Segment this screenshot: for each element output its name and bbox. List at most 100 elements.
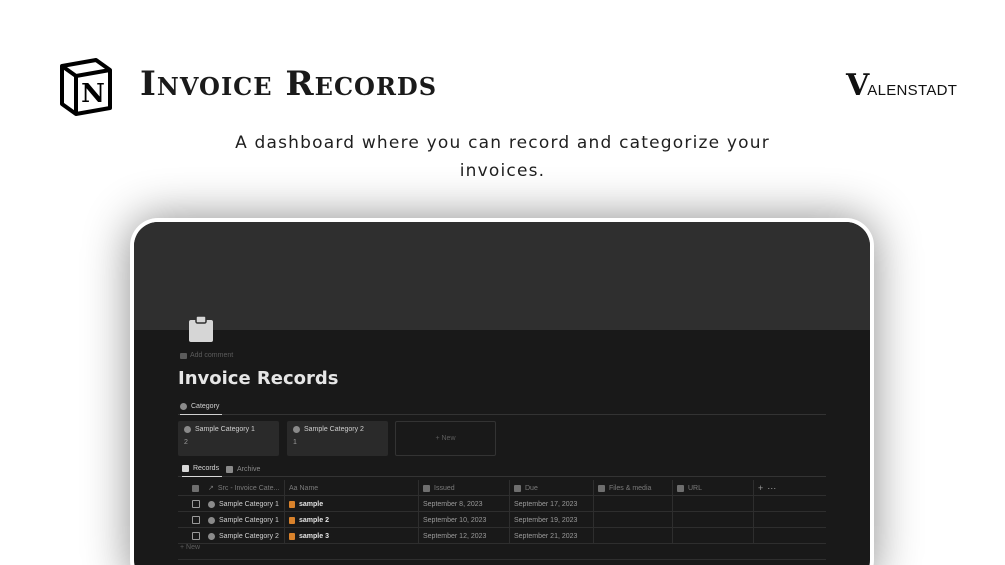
records-table: ↗ Src - Invoice Cate... Aa Name Issued D… [178, 480, 826, 544]
category-icon [208, 532, 215, 540]
card-title: Sample Category 2 [304, 426, 364, 433]
brand-name: ALENSTADT [867, 82, 958, 99]
table-row[interactable]: Sample Category 2 sample 3 September 12,… [178, 528, 826, 544]
row-category-cell[interactable]: Sample Category 1 [204, 512, 284, 528]
category-card[interactable]: Sample Category 2 1 [287, 421, 388, 456]
relation-arrow-icon: ↗ [208, 485, 214, 492]
tab-category[interactable]: Category [180, 399, 223, 415]
comment-icon [180, 352, 187, 359]
column-src-label: Src - Invoice Cate... [217, 484, 280, 492]
hero-subtitle: A dashboard where you can record and cat… [235, 133, 770, 181]
column-src[interactable]: ↗ Src - Invoice Cate... [204, 480, 284, 496]
category-icon [293, 426, 300, 433]
row-name-cell[interactable]: sample [284, 496, 418, 512]
table-row[interactable]: Sample Category 1 sample September 8, 20… [178, 496, 826, 512]
pin-icon [514, 484, 521, 492]
row-files[interactable] [593, 528, 672, 544]
add-comment-label: Add comment [190, 352, 234, 359]
row-url[interactable] [672, 496, 753, 512]
row-issued[interactable]: September 12, 2023 [418, 528, 509, 544]
row-checkbox[interactable] [192, 500, 200, 508]
table-icon [182, 465, 189, 472]
tab-records[interactable]: Records [182, 461, 223, 477]
table-header: ↗ Src - Invoice Cate... Aa Name Issued D… [178, 480, 826, 496]
column-name[interactable]: Aa Name [284, 480, 418, 496]
plus-icon: + [758, 483, 764, 493]
row-filler [753, 496, 826, 512]
row-category: Sample Category 2 [219, 532, 279, 540]
category-icon [208, 516, 215, 524]
archive-icon [226, 465, 233, 473]
card-title: Sample Category 1 [195, 426, 255, 433]
hero-title: Invoice Records [140, 64, 438, 104]
row-name: sample 2 [299, 516, 329, 524]
column-issued[interactable]: Issued [418, 480, 509, 496]
row-due[interactable]: September 21, 2023 [509, 528, 593, 544]
column-files[interactable]: Files & media [593, 480, 672, 496]
link-icon [677, 484, 684, 492]
column-files-label: Files & media [609, 484, 652, 492]
row-files[interactable] [593, 496, 672, 512]
svg-text:N: N [81, 79, 105, 109]
new-record-button[interactable]: + New [180, 544, 200, 551]
row-name-cell[interactable]: sample 3 [284, 528, 418, 544]
category-view-tabbar: Category [178, 399, 826, 415]
row-checkbox[interactable] [192, 516, 200, 524]
row-category: Sample Category 1 [219, 500, 279, 508]
table-body: Sample Category 1 sample September 8, 20… [178, 496, 826, 544]
device-frame: Add comment Invoice Records Category Sam… [130, 218, 874, 565]
tab-archive[interactable]: Archive [226, 461, 260, 477]
column-url-label: URL [688, 484, 703, 492]
row-issued[interactable]: September 10, 2023 [418, 512, 509, 528]
document-icon [289, 500, 295, 508]
category-icon [208, 500, 215, 508]
row-files[interactable] [593, 512, 672, 528]
row-checkbox[interactable] [192, 532, 200, 540]
tab-records-label: Records [193, 465, 220, 472]
category-icon [184, 426, 191, 433]
row-due[interactable]: September 17, 2023 [509, 496, 593, 512]
table-row[interactable]: Sample Category 1 sample 2 September 10,… [178, 512, 826, 528]
brand-logo: V ALENSTADT [846, 68, 958, 103]
records-view-tabbar: Records Archive [178, 461, 826, 477]
card-count: 2 [184, 439, 188, 446]
category-card[interactable]: Sample Category 1 2 [178, 421, 279, 456]
row-category-cell[interactable]: Sample Category 1 [204, 496, 284, 512]
row-name: sample [299, 500, 324, 508]
row-url[interactable] [672, 528, 753, 544]
row-name-cell[interactable]: sample 2 [284, 512, 418, 528]
tab-archive-label: Archive [237, 465, 261, 473]
add-comment-button[interactable]: Add comment [180, 352, 233, 359]
tab-category-label: Category [191, 403, 220, 410]
row-category: Sample Category 1 [219, 516, 279, 524]
add-column-button[interactable]: + ⋯ [753, 480, 826, 496]
clipboard-icon[interactable] [186, 314, 216, 344]
pin-icon [423, 484, 430, 492]
more-icon[interactable]: ⋯ [767, 483, 776, 494]
card-count: 1 [293, 439, 297, 446]
document-icon [289, 516, 295, 524]
page-cover [134, 222, 870, 330]
row-due[interactable]: September 19, 2023 [509, 512, 593, 528]
row-filler [753, 512, 826, 528]
row-name: sample 3 [299, 532, 329, 540]
page-title: Invoice Records [178, 368, 339, 389]
notion-logo-icon: N [56, 56, 114, 116]
column-due-label: Due [525, 484, 538, 492]
notion-screen: Add comment Invoice Records Category Sam… [134, 222, 870, 565]
column-url[interactable]: URL [672, 480, 753, 496]
row-url[interactable] [672, 512, 753, 528]
new-category-button[interactable]: + New [395, 421, 496, 456]
paperclip-icon [598, 484, 605, 492]
column-issued-label: Issued [434, 484, 455, 492]
row-category-cell[interactable]: Sample Category 2 [204, 528, 284, 544]
select-all-icon[interactable] [192, 480, 202, 496]
column-due[interactable]: Due [509, 480, 593, 496]
brand-initial: V [846, 68, 870, 103]
calculate-row [178, 559, 826, 560]
category-icon [180, 403, 187, 410]
document-icon [289, 532, 295, 540]
row-filler [753, 528, 826, 544]
row-issued[interactable]: September 8, 2023 [418, 496, 509, 512]
column-name-label: Aa Name [289, 484, 319, 492]
